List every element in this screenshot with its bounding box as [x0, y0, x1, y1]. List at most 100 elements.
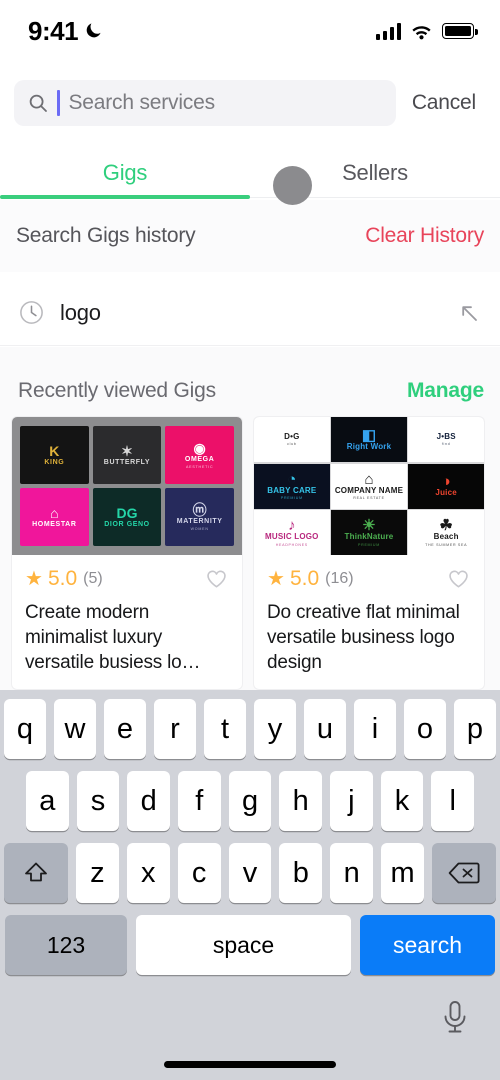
logo-tile: ◔ BABY CARE PREMIUM [254, 463, 330, 509]
logo-tile: ✶ BUTTERFLY [92, 426, 162, 484]
star-icon: ★ [267, 567, 285, 590]
numeric-key[interactable]: 123 [5, 915, 127, 975]
key-d[interactable]: d [127, 771, 170, 831]
logo-tile-name: KING [44, 458, 65, 466]
logo-tile-mark: K [49, 442, 60, 459]
logo-tile-mark: ✶ [121, 442, 133, 459]
logo-tile-name: ThinkNature [344, 532, 394, 542]
logo-tile: ◧ Right Work [331, 417, 407, 462]
gig-card-body: ★ 5.0 (16) Do creative flat minimal vers… [254, 555, 484, 689]
gig-rating-value: 5.0 [289, 566, 320, 590]
cancel-button[interactable]: Cancel [396, 91, 486, 115]
logo-tile: ☘ Beach THE SUMMER SEA [408, 510, 484, 555]
keyboard-row-4: 123 space search [0, 915, 500, 975]
search-placeholder: Search services [68, 91, 216, 114]
space-key[interactable]: space [136, 915, 351, 975]
arrow-up-left-icon[interactable] [456, 300, 482, 326]
search-history-header: Search Gigs history Clear History [0, 200, 500, 272]
gig-card[interactable]: K KING ✶ BUTTERFLY ◉ OMEGA AESTHETIC ⌂ HOMESTAR D… [12, 417, 242, 690]
key-g[interactable]: g [228, 771, 272, 831]
gig-rating-row: ★ 5.0 (5) [25, 566, 229, 591]
search-history-title: Search Gigs history [16, 224, 196, 247]
gig-thumbnail: K KING ✶ BUTTERFLY ◉ OMEGA AESTHETIC ⌂ HOMESTAR D… [12, 417, 242, 555]
key-n[interactable]: n [330, 843, 374, 903]
logo-tile: ⌂ COMPANY NAME REAL ESTATE [331, 463, 407, 509]
logo-tile-subtitle: WOMEN [190, 526, 209, 531]
recently-viewed-header: Recently viewed Gigs Manage [0, 347, 500, 417]
key-a[interactable]: a [25, 771, 69, 831]
gig-review-count: (5) [83, 569, 103, 587]
search-bar: Search services Cancel [0, 78, 500, 128]
key-s[interactable]: s [76, 771, 120, 831]
key-w[interactable]: w [54, 699, 96, 759]
shift-key[interactable] [4, 843, 68, 903]
history-item-logo[interactable]: logo [0, 280, 500, 346]
key-p[interactable]: p [454, 699, 496, 759]
search-input[interactable]: Search services [14, 80, 396, 126]
touch-cursor-indicator [273, 166, 312, 205]
search-key[interactable]: search [360, 915, 495, 975]
logo-tile-name: D•G [284, 431, 300, 441]
logo-tile: ⓜ MATERNITY WOMEN [165, 488, 234, 546]
logo-tile-subtitle: PREMIUM [358, 542, 380, 547]
logo-tile-name: Right Work [346, 441, 392, 451]
clock-icon [20, 301, 43, 324]
backspace-key[interactable] [432, 843, 496, 903]
key-h[interactable]: h [279, 771, 323, 831]
key-u[interactable]: u [304, 699, 346, 759]
logo-tile-name: OMEGA [184, 456, 215, 464]
key-m[interactable]: m [381, 843, 425, 903]
key-b[interactable]: b [279, 843, 323, 903]
shift-arrow-icon [25, 862, 47, 882]
cellular-signal-icon [375, 22, 401, 40]
status-bar-right [375, 22, 478, 40]
logo-tile-name: MATERNITY [176, 518, 223, 526]
microphone-icon[interactable] [440, 999, 470, 1037]
favorite-heart-icon[interactable] [446, 566, 471, 591]
logo-tile-mark: ◧ [361, 426, 377, 444]
key-q[interactable]: q [4, 699, 46, 759]
gig-review-count: (16) [325, 569, 354, 587]
logo-tile: J•BS find [408, 417, 484, 462]
gig-title: Create modern minimalist luxury versatil… [25, 602, 201, 674]
gig-rating-row: ★ 5.0 (16) [267, 566, 471, 591]
favorite-heart-icon[interactable] [204, 566, 229, 591]
key-j[interactable]: j [330, 771, 373, 831]
keyboard-bottom-bar [0, 975, 500, 1061]
key-r[interactable]: r [154, 699, 196, 759]
gig-card-body: ★ 5.0 (5) Create modern minimalist luxur… [12, 555, 242, 689]
key-f[interactable]: f [178, 771, 221, 831]
logo-tile-mark: ♪ [288, 517, 296, 535]
key-c[interactable]: c [177, 843, 221, 903]
status-bar-left: 9:41 [28, 16, 104, 47]
manage-button[interactable]: Manage [407, 379, 484, 403]
logo-tile-subtitle: REAL ESTATE [353, 496, 385, 501]
key-k[interactable]: k [380, 771, 424, 831]
search-icon [29, 94, 47, 112]
logo-tile-name: DIOR GENO [104, 520, 150, 528]
home-indicator [164, 1061, 336, 1068]
key-x[interactable]: x [126, 843, 170, 903]
clear-history-button[interactable]: Clear History [365, 224, 484, 248]
logo-tile-mark: ◉ [193, 440, 206, 457]
key-l[interactable]: l [431, 771, 475, 831]
logo-tile: ⌂ HOMESTAR [20, 488, 89, 546]
phone-screen: 9:41 Search services Cancel Gigs Sellers… [0, 0, 500, 1080]
gig-card[interactable]: D•G club ◧ Right Work J•BS find ◔ BABY CARE PREM… [254, 417, 484, 690]
logo-tile-name: COMPANY NAME [334, 485, 404, 495]
key-o[interactable]: o [404, 699, 446, 759]
text-cursor [57, 90, 60, 116]
logo-tile-name: Beach [433, 532, 459, 542]
tab-gigs[interactable]: Gigs [0, 148, 250, 197]
status-bar-time: 9:41 [28, 15, 79, 46]
key-e[interactable]: e [104, 699, 146, 759]
key-v[interactable]: v [228, 843, 272, 903]
key-y[interactable]: y [254, 699, 296, 759]
key-z[interactable]: z [76, 843, 119, 903]
key-t[interactable]: t [204, 699, 246, 759]
logo-tile: ◑ Juice [408, 463, 484, 509]
gig-card-list: K KING ✶ BUTTERFLY ◉ OMEGA AESTHETIC ⌂ HOMESTAR D… [0, 417, 500, 690]
history-item-label: logo [60, 299, 101, 325]
key-i[interactable]: i [354, 699, 396, 759]
logo-tile-mark: ◑ [441, 473, 451, 491]
